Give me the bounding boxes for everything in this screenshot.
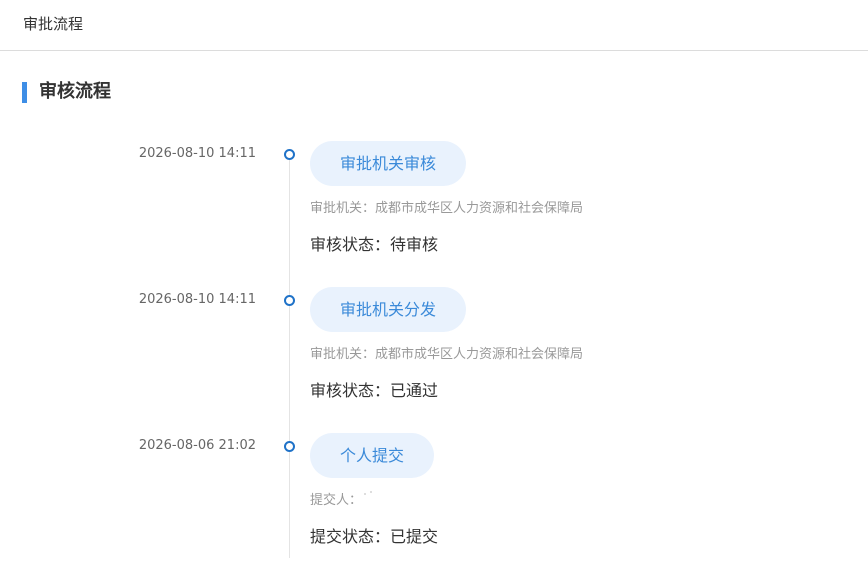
entry-time: 2026-08-10 14:11 xyxy=(138,146,256,161)
entry-status-label: 审核状态： xyxy=(310,235,391,254)
timeline-dot-icon xyxy=(284,441,295,452)
entry-step-badge: 审批机关分发 xyxy=(310,287,467,332)
entry-status-label: 审核状态： xyxy=(310,381,391,400)
entry-time: 2026-08-06 21:02 xyxy=(138,438,256,453)
entry-meta-value: 成都市成华区人力资源和社会保障局 xyxy=(375,347,584,362)
entry-status-label: 提交状态： xyxy=(310,527,391,546)
entry-meta-label: 提交人： xyxy=(310,493,363,508)
timeline-entry: 2026-08-10 14:11 审批机关分发 审批机关：成都市成华区人力资源和… xyxy=(0,287,868,433)
entry-status-value: 已通过 xyxy=(390,381,439,400)
page-title: 审批流程 xyxy=(23,15,84,33)
entry-meta-label: 审批机关： xyxy=(310,201,376,216)
entry-meta: 提交人： xyxy=(310,491,374,510)
entry-status-value: 待审核 xyxy=(390,235,439,254)
entry-meta-value: 成都市成华区人力资源和社会保障局 xyxy=(375,201,584,216)
entry-status: 审核状态：待审核 xyxy=(310,234,438,256)
entry-status-value: 已提交 xyxy=(390,527,439,546)
entry-step-badge: 个人提交 xyxy=(310,433,435,478)
timeline-entry: 2026-08-10 14:11 审批机关审核 审批机关：成都市成华区人力资源和… xyxy=(0,141,868,287)
timeline-dot-icon xyxy=(284,149,295,160)
section-accent-bar xyxy=(22,82,27,103)
entry-step-badge: 审批机关审核 xyxy=(310,141,467,186)
section-title: 审核流程 xyxy=(39,81,111,102)
entry-meta: 审批机关：成都市成华区人力资源和社会保障局 xyxy=(310,200,583,218)
entry-status: 提交状态：已提交 xyxy=(310,526,438,548)
entry-status: 审核状态：已通过 xyxy=(310,380,438,402)
entry-meta-label: 审批机关： xyxy=(310,347,376,362)
page-header: 审批流程 xyxy=(0,0,868,51)
redacted-name-mark xyxy=(364,491,374,499)
entry-time: 2026-08-10 14:11 xyxy=(138,292,256,307)
timeline-entry: 2026-08-06 21:02 个人提交 提交人： 提交状态：已提交 xyxy=(0,433,868,579)
entry-meta: 审批机关：成都市成华区人力资源和社会保障局 xyxy=(310,346,583,364)
timeline-dot-icon xyxy=(284,295,295,306)
